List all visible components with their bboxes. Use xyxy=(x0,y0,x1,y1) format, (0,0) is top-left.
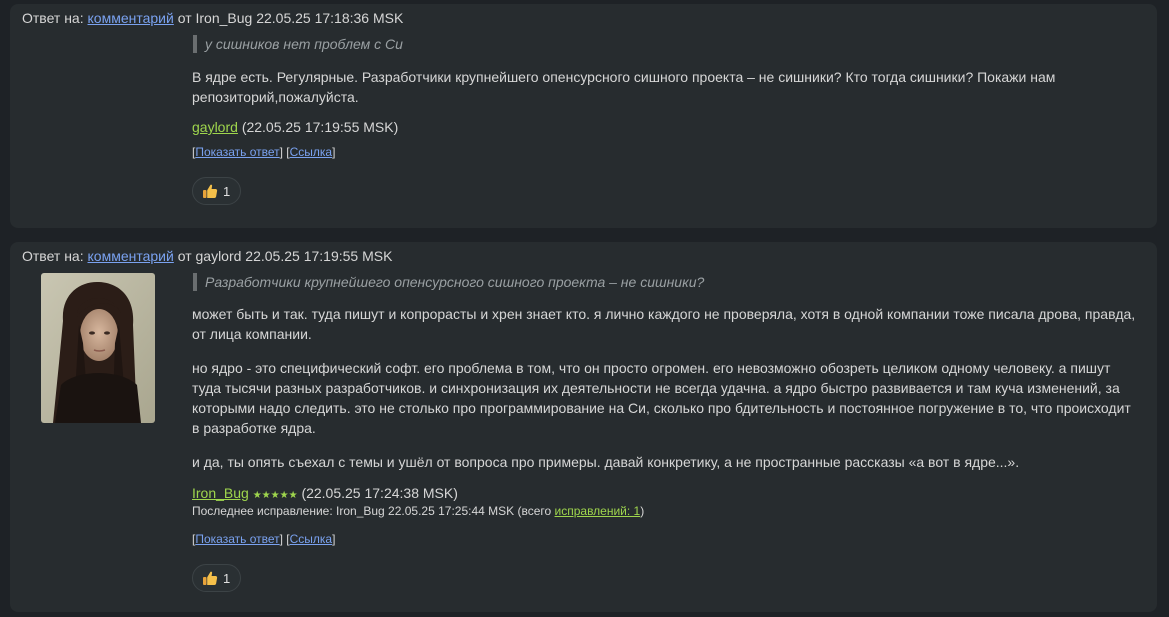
reaction-button[interactable]: 1 xyxy=(192,177,242,205)
reaction-button[interactable]: 1 xyxy=(192,564,242,592)
reply-author-date: от Iron_Bug 22.05.25 17:18:36 MSK xyxy=(177,10,404,26)
bracket: ] [ xyxy=(279,532,290,546)
thumbs-up-icon xyxy=(202,183,218,199)
comment-card: Ответ на: комментарий от gaylord 22.05.2… xyxy=(10,242,1157,612)
quote-block: у сишников нет проблем с Си xyxy=(193,35,1137,53)
bracket: ] xyxy=(332,145,336,159)
reply-prefix: Ответ на: xyxy=(22,248,84,264)
thumbs-up-icon xyxy=(202,570,218,586)
bracket: ] xyxy=(332,532,336,546)
comment-actions: [Показать ответ] [Ссылка] xyxy=(192,532,1137,546)
edit-info-text: Последнее исправление: Iron_Bug 22.05.25… xyxy=(192,504,552,518)
reply-comment-link[interactable]: комментарий xyxy=(88,248,174,264)
reply-header: Ответ на: комментарий от gaylord 22.05.2… xyxy=(22,248,392,264)
comment-paragraph: и да, ты опять съехал с темы и ушёл от в… xyxy=(192,454,1020,470)
comment-signature: gaylord (22.05.25 17:19:55 MSK) xyxy=(192,119,1137,135)
author-link[interactable]: Iron_Bug xyxy=(192,485,249,501)
reply-header: Ответ на: комментарий от Iron_Bug 22.05.… xyxy=(22,10,403,26)
permalink-link[interactable]: Ссылка xyxy=(290,532,332,546)
author-stars: ★★★★★ xyxy=(252,490,298,501)
author-link[interactable]: gaylord xyxy=(192,119,238,135)
bracket: ] [ xyxy=(279,145,290,159)
edits-link[interactable]: исправлений: 1 xyxy=(555,504,641,518)
comment-body: у сишников нет проблем с Си В ядре есть.… xyxy=(192,35,1137,205)
quote-block: Разработчики крупнейшего опенсурсного си… xyxy=(193,273,1137,291)
reactions: 1 xyxy=(192,564,1137,592)
edit-info-close: ) xyxy=(640,504,645,518)
comment-signature: Iron_Bug ★★★★★ (22.05.25 17:24:38 MSK) xyxy=(192,485,1137,501)
comment-paragraph: но ядро - это специфический софт. его пр… xyxy=(192,360,1131,436)
comment-paragraph: В ядре есть. Регулярные. Разработчики кр… xyxy=(192,69,1056,105)
show-reply-link[interactable]: Показать ответ xyxy=(195,532,279,546)
edit-info: Последнее исправление: Iron_Bug 22.05.25… xyxy=(192,504,1137,518)
show-reply-link[interactable]: Показать ответ xyxy=(195,145,279,159)
reaction-count: 1 xyxy=(223,570,231,586)
reply-prefix: Ответ на: xyxy=(22,10,84,26)
comment-body: Разработчики крупнейшего опенсурсного си… xyxy=(192,273,1137,592)
author-date: (22.05.25 17:24:38 MSK) xyxy=(301,485,458,501)
author-date: (22.05.25 17:19:55 MSK) xyxy=(241,119,399,135)
reply-author-date: от gaylord 22.05.25 17:19:55 MSK xyxy=(177,248,393,264)
avatar xyxy=(41,273,155,423)
comment-paragraph: может быть и так. туда пишут и копрораст… xyxy=(192,306,1136,342)
comment-actions: [Показать ответ] [Ссылка] xyxy=(192,145,1137,159)
comment-card: Ответ на: комментарий от Iron_Bug 22.05.… xyxy=(10,4,1157,228)
permalink-link[interactable]: Ссылка xyxy=(290,145,332,159)
reactions: 1 xyxy=(192,177,1137,205)
reply-comment-link[interactable]: комментарий xyxy=(88,10,174,26)
reaction-count: 1 xyxy=(223,183,231,199)
